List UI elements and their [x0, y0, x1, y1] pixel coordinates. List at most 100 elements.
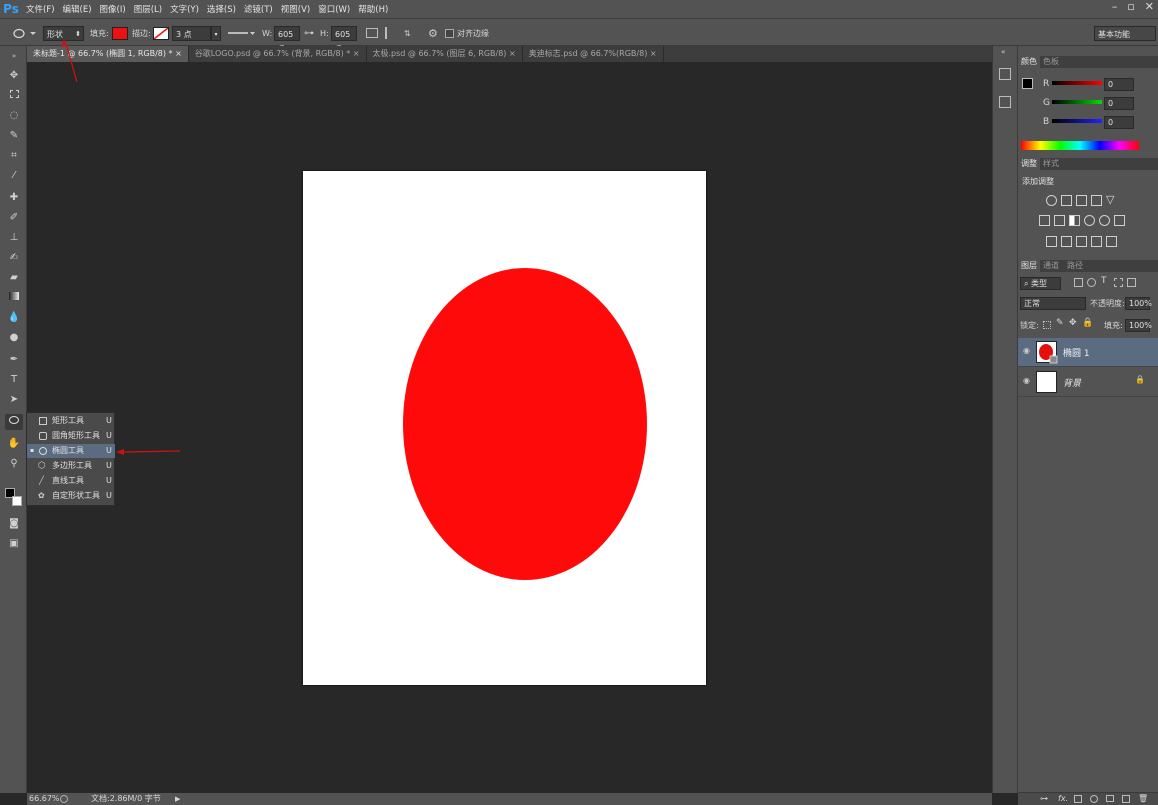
channel-g-slider[interactable]	[1052, 100, 1102, 104]
healing-brush-tool-icon[interactable]: ✚	[5, 190, 23, 206]
gear-icon[interactable]: ⚙	[428, 26, 438, 41]
menu-layer[interactable]: 图层(L)	[130, 3, 166, 15]
flyout-custom-shape-tool[interactable]: ✿ 自定形状工具 U	[27, 489, 115, 503]
ellipse-shape[interactable]	[303, 171, 706, 685]
history-panel-icon[interactable]	[999, 68, 1011, 80]
opacity-input[interactable]: 100%	[1125, 297, 1152, 310]
menu-edit[interactable]: 编辑(E)	[59, 3, 96, 15]
black-white-icon[interactable]	[1069, 215, 1080, 226]
hue-saturation-icon[interactable]	[1039, 215, 1050, 226]
channel-mixer-icon[interactable]	[1099, 215, 1110, 226]
delete-layer-icon[interactable]: 🗑	[1138, 794, 1148, 803]
channel-b-input[interactable]: 0	[1104, 116, 1134, 129]
menu-image[interactable]: 图像(I)	[96, 3, 130, 15]
filter-pixel-icon[interactable]	[1074, 278, 1083, 287]
history-brush-tool-icon[interactable]: ✍	[5, 250, 23, 266]
color-balance-icon[interactable]	[1054, 215, 1065, 226]
width-input[interactable]: 605 像	[274, 26, 300, 54]
close-tab-icon[interactable]: ×	[509, 49, 516, 58]
flyout-rounded-rectangle-tool[interactable]: 圆角矩形工具 U	[27, 429, 115, 443]
visibility-eye-icon[interactable]: ◉	[1023, 346, 1033, 356]
lock-position-icon[interactable]: ✥	[1069, 318, 1077, 328]
invert-icon[interactable]	[1046, 236, 1057, 247]
screen-mode-icon[interactable]: ▣	[5, 536, 23, 552]
color-spectrum-bar[interactable]	[1021, 141, 1139, 150]
close-tab-icon[interactable]: ×	[353, 49, 360, 58]
lock-transparent-icon[interactable]	[1043, 321, 1051, 329]
flyout-line-tool[interactable]: ╱ 直线工具 U	[27, 474, 115, 488]
layer-row-ellipse[interactable]: ◉ 椭圆 1	[1018, 338, 1158, 367]
filter-type-icon[interactable]: T	[1101, 276, 1107, 286]
add-mask-icon[interactable]	[1074, 795, 1082, 803]
link-icon[interactable]: ⊶	[304, 26, 314, 41]
tab-untitled-1[interactable]: 未标题-1 @ 66.7% (椭圆 1, RGB/8) * ×	[27, 46, 189, 62]
tab-layers[interactable]: 图层	[1018, 260, 1040, 272]
clone-stamp-tool-icon[interactable]: ⊥	[5, 230, 23, 246]
expand-panels-icon[interactable]: «	[1001, 48, 1005, 56]
menu-window[interactable]: 窗口(W)	[314, 3, 354, 15]
shape-tool-icon[interactable]	[5, 414, 23, 430]
flyout-polygon-tool[interactable]: ⬡ 多边形工具 U	[27, 459, 115, 473]
levels-icon[interactable]	[1061, 195, 1072, 206]
stroke-width-input[interactable]: 3 点	[172, 26, 211, 41]
fill-input[interactable]: 100%	[1125, 319, 1152, 332]
lock-all-icon[interactable]: 🔒	[1082, 318, 1093, 328]
restore-button[interactable]: ▫	[1127, 0, 1134, 13]
lock-image-icon[interactable]: ✎	[1056, 318, 1064, 328]
flyout-ellipse-tool[interactable]: ▪ 椭圆工具 U	[27, 444, 115, 458]
minimize-button[interactable]: –	[1112, 0, 1118, 13]
brush-tool-icon[interactable]: ✐	[5, 210, 23, 226]
crop-tool-icon[interactable]: ⌗	[5, 148, 23, 164]
blur-tool-icon[interactable]: 💧	[5, 310, 23, 326]
stroke-swatch[interactable]	[153, 27, 169, 40]
zoom-level[interactable]: 66.67%	[29, 793, 60, 805]
mode-dropdown[interactable]: 形状 ⬍	[43, 26, 84, 41]
visibility-eye-icon[interactable]: ◉	[1023, 376, 1033, 386]
color-panel-foreground-swatch[interactable]	[1022, 78, 1033, 89]
vibrance-icon[interactable]: ▽	[1106, 193, 1114, 206]
zoom-tool-icon[interactable]: ⚲	[5, 456, 23, 472]
curves-icon[interactable]	[1076, 195, 1087, 206]
new-layer-icon[interactable]	[1122, 795, 1130, 803]
tab-color[interactable]: 颜色	[1018, 56, 1040, 68]
menu-filter[interactable]: 滤镜(T)	[240, 3, 277, 15]
pen-tool-icon[interactable]: ✒	[5, 352, 23, 368]
layer-style-button[interactable]: fx.	[1058, 794, 1068, 803]
document-canvas[interactable]	[303, 171, 706, 685]
close-tab-icon[interactable]: ×	[650, 49, 657, 58]
channel-r-slider[interactable]	[1052, 81, 1102, 85]
color-lookup-icon[interactable]	[1114, 215, 1125, 226]
tab-channels[interactable]: 通道	[1040, 260, 1062, 272]
exposure-icon[interactable]	[1091, 195, 1102, 206]
align-edges-checkbox[interactable]	[445, 29, 454, 38]
path-selection-tool-icon[interactable]: ➤	[5, 392, 23, 408]
marquee-tool-icon[interactable]	[5, 88, 23, 104]
tab-taiji[interactable]: 太极.psd @ 66.7% (图层 6, RGB/8) ×	[367, 46, 523, 62]
blend-mode-dropdown[interactable]: 正常	[1020, 297, 1086, 310]
fill-swatch[interactable]	[112, 27, 128, 40]
new-group-icon[interactable]	[1106, 795, 1114, 802]
tab-google-logo[interactable]: 谷歌LOGO.psd @ 66.7% (背景, RGB/8) * ×	[189, 46, 367, 62]
gradient-map-icon[interactable]	[1091, 236, 1102, 247]
tab-paths[interactable]: 路径	[1064, 260, 1086, 272]
flyout-rectangle-tool[interactable]: 矩形工具 U	[27, 414, 115, 428]
menu-help[interactable]: 帮助(H)	[354, 3, 392, 15]
tab-adjustments[interactable]: 调整	[1018, 158, 1040, 170]
layer-kind-filter[interactable]: ⌕ 类型	[1020, 277, 1061, 290]
path-alignment-icon[interactable]	[385, 27, 397, 39]
path-operations-icon[interactable]	[366, 28, 378, 38]
channel-b-slider[interactable]	[1052, 119, 1102, 123]
hand-tool-icon[interactable]: ✋	[5, 436, 23, 452]
move-tool-icon[interactable]: ✥	[5, 68, 23, 84]
close-tab-icon[interactable]: ×	[175, 49, 182, 58]
layer-row-background[interactable]: ◉ 背景 🔒	[1018, 368, 1158, 397]
eraser-tool-icon[interactable]: ▰	[5, 270, 23, 286]
collapse-toolbox-icon[interactable]: »	[5, 48, 23, 64]
menu-view[interactable]: 视图(V)	[277, 3, 314, 15]
status-info-icon[interactable]	[60, 795, 68, 803]
filter-smart-object-icon[interactable]	[1127, 278, 1136, 287]
stroke-width-dropdown[interactable]: ▾	[211, 26, 221, 41]
lasso-tool-icon[interactable]: ◌	[5, 108, 23, 124]
posterize-icon[interactable]	[1061, 236, 1072, 247]
quick-mask-icon[interactable]: ◙	[5, 516, 23, 532]
